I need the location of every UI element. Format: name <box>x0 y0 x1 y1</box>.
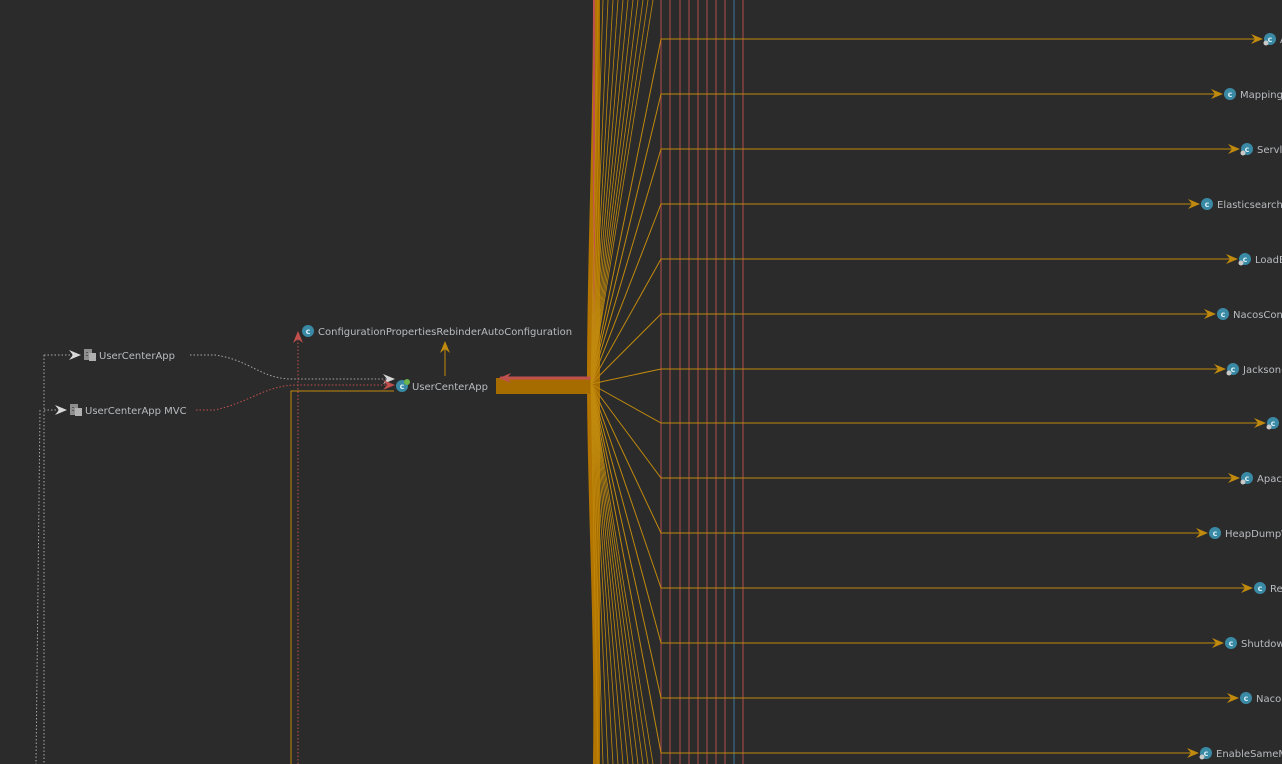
right-node-edge <box>590 34 1263 385</box>
right-node[interactable]: c <box>1266 417 1280 430</box>
right-node-label: EnableSameM <box>1216 749 1282 760</box>
right-node-edge <box>590 89 1223 385</box>
svg-text:c: c <box>306 327 311 336</box>
right-node-edges <box>590 34 1266 758</box>
node-label: UserCenterApp <box>412 382 488 393</box>
module-icon <box>70 404 82 416</box>
right-node-label: LoadB <box>1255 255 1282 266</box>
node-configuration-properties-rebinder[interactable]: c ConfigurationPropertiesRebinderAutoCon… <box>302 325 572 338</box>
svg-text:c: c <box>1229 639 1234 648</box>
class-icon: c <box>1254 582 1266 594</box>
bean-class-icon: c <box>1240 143 1253 156</box>
svg-text:c: c <box>1244 694 1249 703</box>
right-node-edge <box>590 199 1200 385</box>
right-node[interactable]: c Naco <box>1240 692 1281 705</box>
right-node[interactable]: c Re <box>1254 582 1282 595</box>
spring-boot-class-icon: c <box>396 379 410 392</box>
bean-class-icon: c <box>1238 253 1251 266</box>
right-node-label: HeapDump\ <box>1225 529 1282 540</box>
right-node-label: Re <box>1270 584 1282 595</box>
right-node[interactable]: c Mapping <box>1224 88 1282 101</box>
class-icon: c <box>1201 198 1213 210</box>
right-node[interactable]: cA <box>1263 33 1282 46</box>
svg-text:c: c <box>1221 310 1226 319</box>
class-icon: c <box>1240 692 1252 704</box>
right-node[interactable]: c Shutdow <box>1225 637 1282 650</box>
right-node[interactable]: c Servl <box>1240 143 1282 156</box>
bean-class-icon: c <box>1226 363 1239 376</box>
right-node[interactable]: c Apac <box>1240 472 1282 485</box>
node-label: UserCenterApp MVC <box>85 406 187 417</box>
right-node-label: Jackson( <box>1242 365 1282 376</box>
node-user-center-app[interactable]: c UserCenterApp <box>396 379 488 393</box>
node-label: UserCenterApp <box>99 351 175 362</box>
right-node[interactable]: c Jackson( <box>1226 363 1282 376</box>
class-icon: c <box>1209 527 1221 539</box>
right-node[interactable]: c NacosCon <box>1217 308 1282 321</box>
right-node-edge <box>590 309 1216 385</box>
right-node-edge <box>590 383 1253 593</box>
right-node-label: Elasticsearch <box>1217 200 1282 211</box>
bean-class-icon: c <box>1266 417 1279 430</box>
right-node-edge <box>590 364 1226 385</box>
svg-text:c: c <box>1258 584 1263 593</box>
right-node-label: Naco <box>1256 694 1281 705</box>
dependency-diagram-canvas[interactable]: cAcMappingcServlcElasticsearchcLoadBcNac… <box>0 0 1282 764</box>
svg-text:c: c <box>1205 200 1210 209</box>
vertical-connector-lines <box>660 0 744 764</box>
right-node-edge <box>590 383 1208 538</box>
right-node[interactable]: c EnableSameM <box>1199 747 1282 760</box>
right-node-edge <box>590 383 1266 428</box>
right-node-label: Mapping <box>1240 90 1282 101</box>
right-node-edge <box>590 254 1238 385</box>
right-node-label: Servl <box>1257 145 1282 156</box>
bean-class-icon: c <box>1240 472 1253 485</box>
node-label: ConfigurationPropertiesRebinderAutoConfi… <box>318 327 572 338</box>
right-node-label: NacosCon <box>1233 310 1282 321</box>
module-icon <box>84 349 96 361</box>
class-icon: c <box>1224 88 1236 100</box>
node-module-user-center-app[interactable]: UserCenterApp <box>84 349 175 362</box>
right-node-edge <box>590 383 1240 483</box>
bean-class-icon: c <box>1263 33 1276 46</box>
node-module-user-center-app-mvc[interactable]: UserCenterApp MVC <box>70 404 187 417</box>
fan-edge <box>590 383 654 764</box>
svg-text:c: c <box>1213 529 1218 538</box>
right-node[interactable]: c Elasticsearch <box>1201 198 1282 211</box>
bean-class-icon: c <box>1199 747 1212 760</box>
class-icon: c <box>302 325 314 337</box>
right-node-label: Shutdow <box>1241 639 1282 650</box>
class-icon: c <box>1225 637 1237 649</box>
right-node-edge <box>590 383 1239 703</box>
edge-bundle-trunk <box>496 0 600 764</box>
right-node[interactable]: c LoadB <box>1238 253 1282 266</box>
config-edges <box>290 331 450 764</box>
right-node-edge <box>590 144 1240 385</box>
svg-text:c: c <box>1228 90 1233 99</box>
svg-text:c: c <box>400 382 405 391</box>
right-node-label: Apac <box>1257 474 1282 485</box>
right-node-list: cAcMappingcServlcElasticsearchcLoadBcNac… <box>1199 33 1282 760</box>
right-node[interactable]: c HeapDump\ <box>1209 527 1282 540</box>
fan-edge <box>590 0 654 385</box>
class-icon: c <box>1217 308 1229 320</box>
